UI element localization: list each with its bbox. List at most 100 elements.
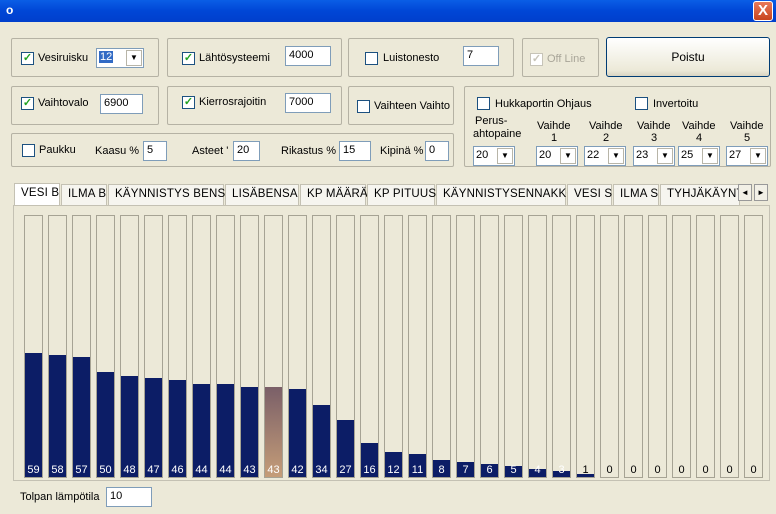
luistonesto-input[interactable]: 7 <box>463 46 499 66</box>
hukkaportti-ohjaus-checkbox[interactable] <box>477 97 490 110</box>
vesiruisku-select[interactable]: 12 ▼ <box>96 48 144 68</box>
window-title: o <box>6 3 14 17</box>
column-value-3: 50 <box>99 464 112 476</box>
column-20[interactable]: 5 <box>504 215 523 478</box>
vaihteen-vaihto-checkbox[interactable] <box>357 100 370 113</box>
column-14[interactable]: 16 <box>360 215 379 478</box>
perus-ahtopaine-value: 20 <box>476 149 489 161</box>
rikastus-input[interactable]: 15 <box>339 141 371 161</box>
gear-3-select[interactable]: 23 ▼ <box>633 146 675 166</box>
tab-8[interactable]: ILMA S <box>613 184 659 205</box>
column-value-0: 59 <box>27 464 40 476</box>
luistonesto-checkbox[interactable] <box>365 52 378 65</box>
offline-checkbox[interactable]: ✓ <box>530 53 543 66</box>
vaihtovalo-input[interactable]: 6900 <box>100 94 143 114</box>
chevron-down-icon: ▼ <box>657 148 673 164</box>
column-30[interactable]: 0 <box>744 215 763 478</box>
column-22[interactable]: 3 <box>552 215 571 478</box>
tab-9[interactable]: TYHJÄKÄYNTI <box>660 184 740 205</box>
lahtosysteemi-checkbox[interactable]: ✓ <box>182 52 195 65</box>
gear-label-5: Vaihde <box>730 120 764 132</box>
kierrosrajoitin-label: Kierrosrajoitin <box>199 96 267 108</box>
tab-5[interactable]: KP PITUUS <box>367 184 436 205</box>
kierrosrajoitin-checkbox[interactable]: ✓ <box>182 96 195 109</box>
column-9[interactable]: 43 <box>240 215 259 478</box>
tab-0[interactable]: VESI B <box>14 183 60 205</box>
column-value-1: 58 <box>51 464 64 476</box>
poistu-button[interactable]: Poistu <box>606 37 770 77</box>
column-19[interactable]: 6 <box>480 215 499 478</box>
column-bar-6 <box>169 380 186 477</box>
column-23[interactable]: 1 <box>576 215 595 478</box>
column-21[interactable]: 4 <box>528 215 547 478</box>
column-3[interactable]: 50 <box>96 215 115 478</box>
tab-2[interactable]: KÄYNNISTYS BENSA <box>108 184 233 205</box>
gear-number-2: 2 <box>603 132 610 144</box>
close-button[interactable]: X <box>753 1 773 21</box>
gear-4-select[interactable]: 25 ▼ <box>678 146 720 166</box>
vaihtovalo-checkbox[interactable]: ✓ <box>21 97 34 110</box>
invertoitu-checkbox[interactable] <box>635 97 648 110</box>
column-0[interactable]: 59 <box>24 215 43 478</box>
column-6[interactable]: 46 <box>168 215 187 478</box>
gear-number-3: 3 <box>651 132 658 144</box>
column-13[interactable]: 27 <box>336 215 355 478</box>
chevron-down-icon: ▼ <box>126 50 142 66</box>
lahtosysteemi-input[interactable]: 4000 <box>285 46 331 66</box>
vaihteen-vaihto-label: Vaihteen Vaihto <box>374 100 451 112</box>
title-bar: o <box>0 0 776 22</box>
column-18[interactable]: 7 <box>456 215 475 478</box>
column-12[interactable]: 34 <box>312 215 331 478</box>
tab-scroll-right-icon[interactable]: ► <box>754 184 768 201</box>
kaasu-input[interactable]: 5 <box>143 141 167 161</box>
column-bar-0 <box>25 353 42 477</box>
column-2[interactable]: 57 <box>72 215 91 478</box>
tab-4[interactable]: KP MÄÄRÄ <box>300 184 368 205</box>
gear-number-1: 1 <box>551 132 558 144</box>
luistonesto-label: Luistonesto <box>383 52 440 64</box>
column-value-17: 8 <box>438 464 445 476</box>
column-1[interactable]: 58 <box>48 215 67 478</box>
column-28[interactable]: 0 <box>696 215 715 478</box>
column-value-12: 34 <box>315 464 328 476</box>
column-24[interactable]: 0 <box>600 215 619 478</box>
column-27[interactable]: 0 <box>672 215 691 478</box>
column-value-4: 48 <box>123 464 136 476</box>
paukku-checkbox[interactable] <box>22 144 35 157</box>
column-value-24: 0 <box>606 464 613 476</box>
kipina-label: Kipinä % <box>380 145 424 157</box>
column-29[interactable]: 0 <box>720 215 739 478</box>
asteet-input[interactable]: 20 <box>233 141 260 161</box>
column-15[interactable]: 12 <box>384 215 403 478</box>
column-5[interactable]: 47 <box>144 215 163 478</box>
column-26[interactable]: 0 <box>648 215 667 478</box>
gear-5-select[interactable]: 27 ▼ <box>726 146 768 166</box>
column-value-29: 0 <box>726 464 733 476</box>
kierrosrajoitin-input[interactable]: 7000 <box>285 93 331 113</box>
vesiruisku-checkbox[interactable]: ✓ <box>21 52 34 65</box>
tab-3[interactable]: LISÄBENSA <box>225 184 299 205</box>
column-7[interactable]: 44 <box>192 215 211 478</box>
column-8[interactable]: 44 <box>216 215 235 478</box>
tab-6[interactable]: KÄYNNISTYSENNAKKO <box>436 184 575 205</box>
column-value-10: 43 <box>267 464 280 476</box>
column-16[interactable]: 11 <box>408 215 427 478</box>
column-25[interactable]: 0 <box>624 215 643 478</box>
column-value-2: 57 <box>75 464 88 476</box>
tab-7[interactable]: VESI S <box>567 184 612 205</box>
column-17[interactable]: 8 <box>432 215 451 478</box>
tab-1[interactable]: ILMA B <box>61 184 107 205</box>
tolpan-input[interactable]: 10 <box>106 487 152 507</box>
gear-1-select[interactable]: 20 ▼ <box>536 146 578 166</box>
perus-ahtopaine-select[interactable]: 20 ▼ <box>473 146 515 166</box>
chevron-down-icon: ▼ <box>608 148 624 164</box>
column-10[interactable]: 43 <box>264 215 283 478</box>
kipina-input[interactable]: 0 <box>425 141 449 161</box>
column-4[interactable]: 48 <box>120 215 139 478</box>
column-value-15: 12 <box>387 464 400 476</box>
kaasu-label: Kaasu % <box>95 145 140 157</box>
paukku-label: Paukku <box>39 144 76 156</box>
gear-2-select[interactable]: 22 ▼ <box>584 146 626 166</box>
column-11[interactable]: 42 <box>288 215 307 478</box>
tab-scroll-left-icon[interactable]: ◄ <box>738 184 752 201</box>
